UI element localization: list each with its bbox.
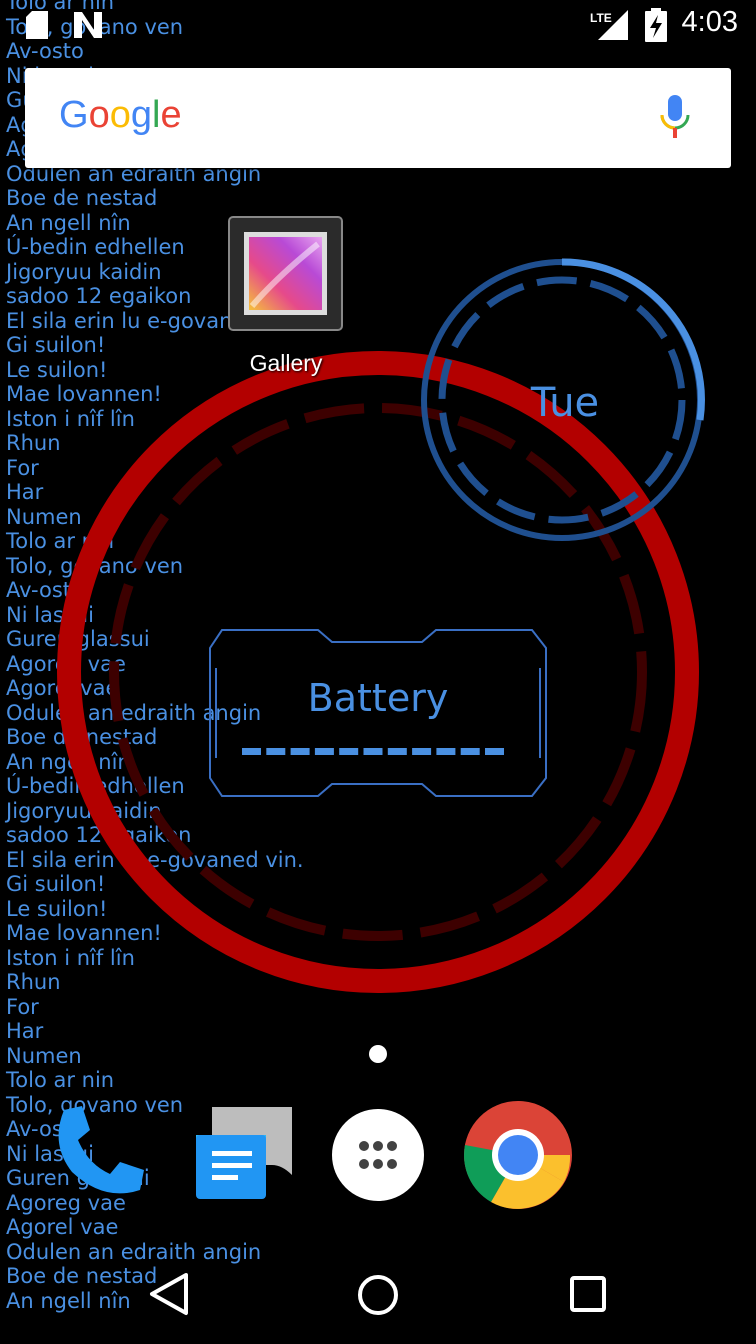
battery-segment — [460, 748, 480, 755]
battery-segment — [436, 748, 456, 755]
gallery-label[interactable]: Gallery — [226, 350, 346, 377]
battery-segment — [242, 748, 261, 755]
home-screen: Tolo ar ninTolo, govano venAv-ostoNi las… — [0, 0, 756, 1344]
google-logo-letter: o — [88, 94, 110, 136]
messages-icon[interactable] — [182, 1105, 296, 1209]
google-logo-letter: o — [109, 94, 131, 136]
google-logo: Google — [59, 94, 182, 137]
battery-segment — [339, 748, 359, 755]
battery-segment — [412, 748, 432, 755]
google-search-bar[interactable]: Google — [25, 68, 731, 168]
battery-segment — [314, 748, 334, 755]
battery-level-bar — [242, 748, 504, 755]
mic-icon[interactable] — [659, 95, 691, 145]
google-logo-letter: g — [130, 94, 152, 136]
gallery-icon[interactable] — [228, 216, 343, 331]
battery-label: Battery — [307, 676, 449, 720]
app-drawer-icon[interactable] — [331, 1108, 425, 1206]
day-label: Tue — [530, 380, 600, 426]
battery-segment — [290, 748, 310, 755]
signal-icon: LTE — [590, 8, 630, 46]
sd-card-icon — [26, 11, 48, 43]
home-button[interactable] — [356, 1273, 400, 1321]
phone-icon[interactable] — [44, 1100, 150, 1210]
battery-segment — [363, 748, 383, 755]
google-logo-letter: e — [160, 94, 182, 136]
network-type: LTE — [590, 11, 612, 25]
battery-segment — [387, 748, 407, 755]
recents-button[interactable] — [570, 1276, 606, 1316]
back-button[interactable] — [148, 1272, 190, 1320]
notification-n-icon — [72, 10, 104, 44]
status-bar: LTE 4:03 — [0, 0, 756, 50]
page-indicator — [369, 1045, 387, 1063]
google-logo-letter: G — [59, 94, 89, 136]
battery-segment — [266, 748, 286, 755]
battery-segment — [485, 748, 504, 755]
battery-charging-icon — [645, 8, 667, 46]
chrome-icon[interactable] — [463, 1100, 573, 1214]
status-time: 4:03 — [681, 6, 738, 38]
